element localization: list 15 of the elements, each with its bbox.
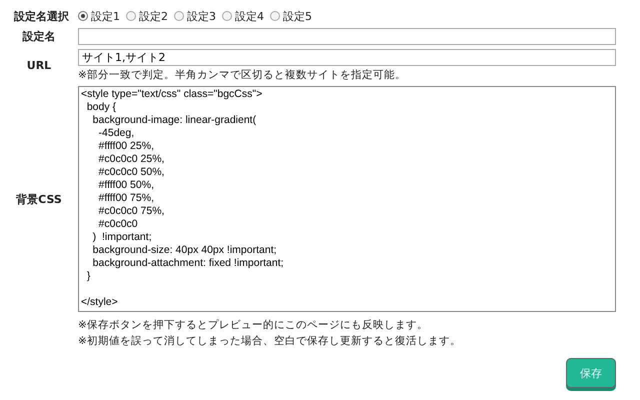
profile-radio[interactable]: 設定4 bbox=[222, 8, 264, 24]
hint-text: ※部分一致で判定。半角カンマで区切ると複数サイトを指定可能。 bbox=[78, 68, 407, 82]
url-input-field[interactable]: サイト1,サイト2 bbox=[78, 49, 616, 66]
profile-radio[interactable]: 設定2 bbox=[126, 8, 168, 24]
hint-text: ※初期値を誤って消してしまった場合、空白で保存し更新すると復活します。 bbox=[78, 334, 462, 348]
hint-text: ※保存ボタンを押下するとプレビュー的にこのページにも反映します。 bbox=[78, 318, 429, 332]
field-label: 設定名 bbox=[22, 29, 56, 44]
field-label: 背景CSS bbox=[16, 192, 62, 206]
profile-radio[interactable]: 設定3 bbox=[174, 8, 216, 24]
field-label: 設定名選択 bbox=[12, 8, 69, 24]
css-text-area[interactable]: <style type="text/css" class="bgcCss"> body { background-image: linear-gradient( -45deg, #ffff00 25%, #c0c0c0 25%, #c0c0c0 50%, #ffff00 50%, #ffff00 75%, #c0c0c0 75%, #c0c0c0 ) !important; background-size: 40px 40px !important; background-attachment: fixed !important; } </style> bbox=[78, 86, 616, 312]
profile-radio[interactable]: 設定1 bbox=[78, 8, 120, 24]
field-label: URL bbox=[26, 59, 52, 72]
profile-radio[interactable]: 設定5 bbox=[270, 8, 312, 24]
name-input-field[interactable] bbox=[78, 28, 616, 45]
